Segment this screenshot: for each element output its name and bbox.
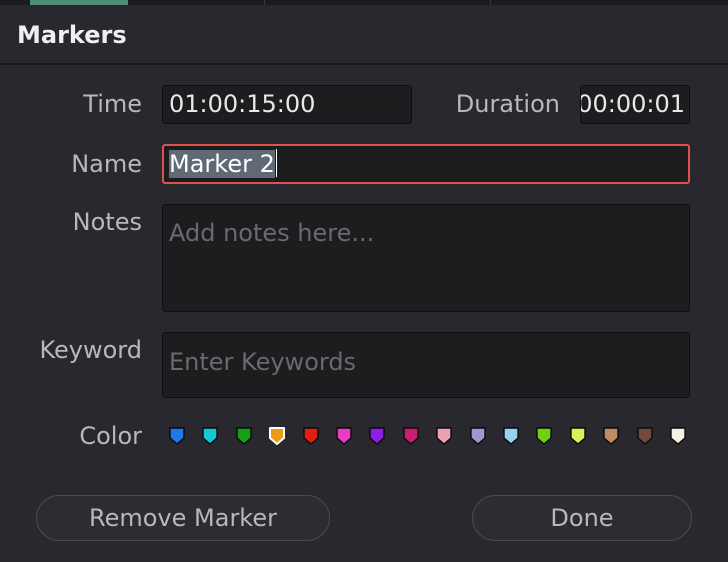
color-swatch-yellow[interactable] (268, 425, 286, 447)
color-swatch-mint[interactable] (535, 425, 553, 447)
done-button[interactable]: Done (472, 495, 692, 541)
color-swatches (168, 425, 688, 449)
title-divider (0, 63, 728, 65)
marker-flag-icon (369, 427, 385, 445)
color-swatch-rose[interactable] (435, 425, 453, 447)
marker-flag-shape (470, 427, 486, 445)
marker-flag-shape (503, 427, 519, 445)
color-swatch-blue[interactable] (168, 425, 186, 447)
time-field[interactable]: 01:00:15:00 (162, 85, 412, 124)
marker-flag-shape (369, 427, 385, 445)
marker-flag-icon (202, 427, 218, 445)
duration-label: Duration (455, 90, 560, 118)
marker-flag-shape (236, 427, 252, 445)
notes-textarea[interactable]: Add notes here... (162, 204, 690, 312)
duration-value: 00:00:01 (580, 90, 685, 118)
marker-flag-shape (336, 427, 352, 445)
name-label: Name (71, 150, 142, 178)
color-swatch-lemon[interactable] (569, 425, 587, 447)
color-swatch-cyan[interactable] (201, 425, 219, 447)
marker-flag-shape (403, 427, 419, 445)
marker-flag-icon (603, 427, 619, 445)
tab-divider (264, 0, 265, 5)
marker-flag-shape (603, 427, 619, 445)
color-swatch-pink[interactable] (335, 425, 353, 447)
marker-flag-shape (436, 427, 452, 445)
keyword-label: Keyword (39, 336, 142, 364)
color-swatch-green[interactable] (235, 425, 253, 447)
time-label: Time (83, 90, 142, 118)
marker-flag-shape (670, 427, 686, 445)
marker-flag-icon (169, 427, 185, 445)
marker-flag-icon (470, 427, 486, 445)
tab-divider (490, 0, 491, 5)
keyword-input[interactable]: Enter Keywords (162, 332, 690, 398)
notes-placeholder: Add notes here... (169, 219, 375, 247)
name-field[interactable]: Marker 2 (162, 144, 690, 184)
time-value: 01:00:15:00 (169, 90, 316, 118)
color-swatch-sky[interactable] (502, 425, 520, 447)
marker-flag-icon (269, 427, 285, 445)
marker-flag-icon (670, 427, 686, 445)
markers-dialog: Markers Time 01:00:15:00 Duration 00:00:… (0, 0, 728, 562)
remove-marker-button[interactable]: Remove Marker (36, 495, 330, 541)
marker-flag-icon (637, 427, 653, 445)
dialog-title: Markers (17, 21, 127, 49)
marker-flag-icon (570, 427, 586, 445)
color-swatch-cocoa[interactable] (636, 425, 654, 447)
keyword-placeholder: Enter Keywords (169, 348, 357, 376)
color-swatch-red[interactable] (302, 425, 320, 447)
color-swatch-sand[interactable] (602, 425, 620, 447)
marker-flag-icon (336, 427, 352, 445)
marker-flag-shape (202, 427, 218, 445)
color-swatch-purple[interactable] (368, 425, 386, 447)
marker-flag-shape (303, 427, 319, 445)
duration-field[interactable]: 00:00:01 (580, 85, 690, 124)
marker-flag-shape (570, 427, 586, 445)
active-tab-indicator (30, 0, 128, 5)
marker-flag-icon (236, 427, 252, 445)
text-caret (275, 149, 277, 177)
color-label: Color (79, 422, 142, 450)
color-swatch-lavender[interactable] (469, 425, 487, 447)
marker-flag-shape (269, 427, 285, 445)
marker-flag-icon (303, 427, 319, 445)
marker-flag-icon (403, 427, 419, 445)
marker-flag-icon (503, 427, 519, 445)
color-swatch-cream[interactable] (669, 425, 687, 447)
marker-flag-icon (536, 427, 552, 445)
notes-label: Notes (72, 208, 142, 236)
marker-flag-shape (169, 427, 185, 445)
color-swatch-fuchsia[interactable] (402, 425, 420, 447)
name-value: Marker 2 (169, 150, 275, 178)
marker-flag-shape (536, 427, 552, 445)
marker-flag-icon (436, 427, 452, 445)
marker-flag-shape (637, 427, 653, 445)
top-tab-strip (0, 0, 728, 5)
